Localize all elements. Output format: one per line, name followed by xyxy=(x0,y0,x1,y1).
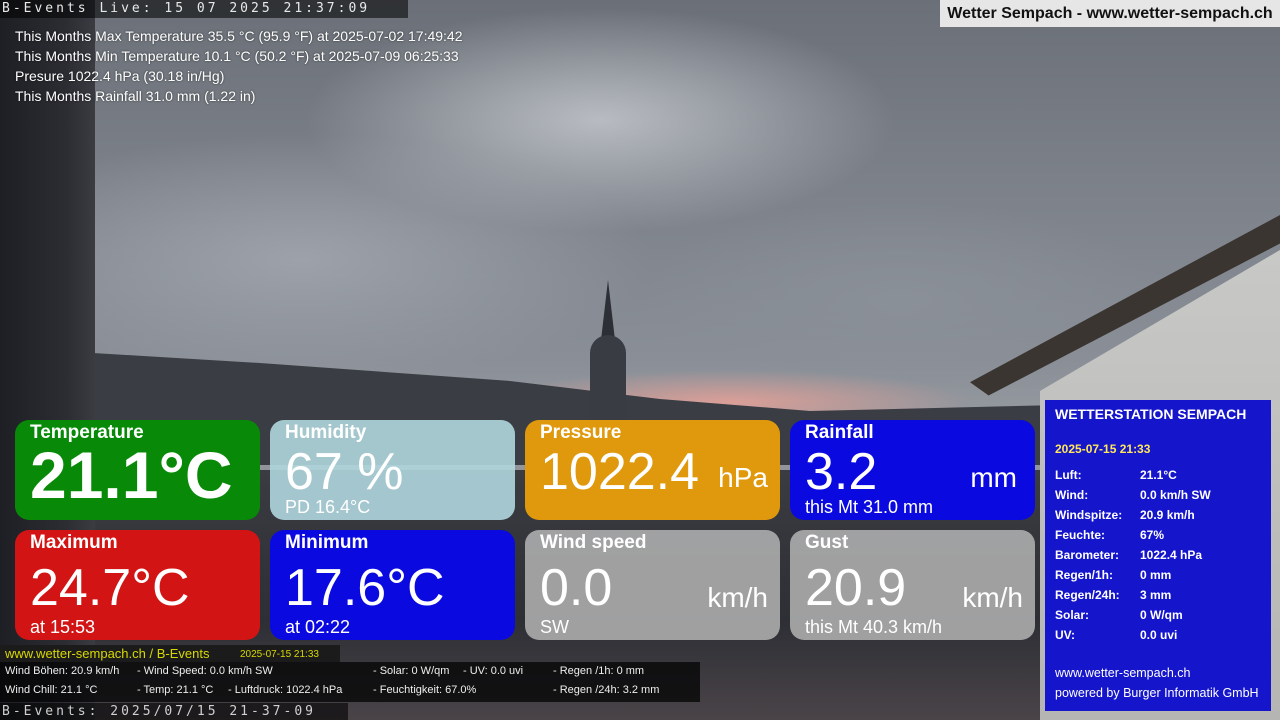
tile-sub: at 15:53 xyxy=(30,617,96,637)
tile-temperature: Temperature 21.1°C xyxy=(15,420,260,520)
panel-row: Windspitze: 20.9 km/h xyxy=(1055,505,1261,525)
tile-label: Rainfall xyxy=(805,422,874,443)
tile-label: Pressure xyxy=(540,422,622,443)
site-title[interactable]: Wetter Sempach - www.wetter-sempach.ch xyxy=(940,0,1280,27)
tile-maximum: Maximum 24.7°C at 15:53 xyxy=(15,530,260,640)
events-timestamp: B-Events: 2025/07/15 21-37-09 xyxy=(0,703,348,720)
panel-row-value: 0 mm xyxy=(1140,568,1172,582)
ticker-item: Wind Chill: 21.1 °C xyxy=(5,684,98,696)
panel-row-key: Feuchte: xyxy=(1055,528,1106,542)
ticker-date: 2025-07-15 21:33 xyxy=(240,649,319,660)
tile-humidity: Humidity 67 % PD 16.4°C xyxy=(270,420,515,520)
ticker-header: www.wetter-sempach.ch / B-Events 2025-07… xyxy=(0,645,340,662)
tile-sub: this Mt 31.0 mm xyxy=(805,497,934,517)
tile-sub: this Mt 40.3 km/h xyxy=(805,617,943,637)
ticker-item: - Temp: 21.1 °C xyxy=(137,684,214,696)
tile-value: 24.7°C xyxy=(30,559,190,617)
tile-unit: hPa xyxy=(718,462,768,493)
ticker-item: - Feuchtigkeit: 67.0% xyxy=(373,684,477,696)
ticker-item: - Solar: 0 W/qm xyxy=(373,665,450,677)
panel-row: Wind: 0.0 km/h SW xyxy=(1055,485,1261,505)
panel-row-value: 21.1°C xyxy=(1140,468,1177,482)
tile-minimum: Minimum 17.6°C at 02:22 xyxy=(270,530,515,640)
ticker-item: Wind Böhen: 20.9 km/h xyxy=(5,665,120,677)
panel-row-key: Barometer: xyxy=(1055,548,1120,562)
panel-row-key: UV: xyxy=(1055,628,1076,642)
ticker-item: - Wind Speed: 0.0 km/h SW xyxy=(137,665,273,677)
tile-gust: Gust 20.9 km/h this Mt 40.3 km/h xyxy=(790,530,1035,640)
tile-label: Maximum xyxy=(30,532,118,553)
panel-url[interactable]: www.wetter-sempach.ch xyxy=(1055,663,1259,683)
panel-row-key: Wind: xyxy=(1055,488,1089,502)
panel-row-key: Windspitze: xyxy=(1055,508,1123,522)
panel-row-value: 3 mm xyxy=(1140,588,1172,602)
panel-row-key: Solar: xyxy=(1055,608,1090,622)
panel-row-value: 1022.4 hPa xyxy=(1140,548,1203,562)
panel-row-value: 0 W/qm xyxy=(1140,608,1183,622)
stat-max-temp: This Months Max Temperature 35.5 °C (95.… xyxy=(15,28,463,44)
ticker-item: - UV: 0.0 uvi xyxy=(463,665,524,677)
tile-rainfall: Rainfall 3.2 mm this Mt 31.0 mm xyxy=(790,420,1035,520)
tile-wind-speed: Wind speed 0.0 km/h SW xyxy=(525,530,780,640)
church-tower xyxy=(588,280,628,420)
tile-label: Minimum xyxy=(285,532,369,553)
tile-unit: km/h xyxy=(707,582,768,613)
tile-value: 21.1°C xyxy=(30,438,233,512)
panel-row: Regen/1h: 0 mm xyxy=(1055,565,1261,585)
tile-label: Humidity xyxy=(285,422,367,443)
panel-credit: powered by Burger Informatik GmbH xyxy=(1055,686,1259,700)
ticker: Wind Böhen: 20.9 km/h - Wind Speed: 0.0 … xyxy=(0,662,700,702)
tile-pressure: Pressure 1022.4 hPa xyxy=(525,420,780,520)
tile-unit: mm xyxy=(970,462,1017,493)
panel-row: Feuchte: 67% xyxy=(1055,525,1261,545)
station-panel: WETTERSTATION SEMPACH 2025-07-15 21:33 L… xyxy=(1045,400,1271,711)
stat-pressure: Presure 1022.4 hPa (30.18 in/Hg) xyxy=(15,68,225,84)
panel-row: Luft: 21.1°C xyxy=(1055,465,1261,485)
monthly-stats: This Months Max Temperature 35.5 °C (95.… xyxy=(15,26,463,106)
tile-value: 17.6°C xyxy=(285,559,445,617)
panel-row-value: 0.0 km/h SW xyxy=(1140,488,1211,502)
panel-row: Barometer: 1022.4 hPa xyxy=(1055,545,1261,565)
panel-row-value: 0.0 uvi xyxy=(1140,628,1178,642)
ticker-item: - Regen /24h: 3.2 mm xyxy=(553,684,660,696)
tile-unit: km/h xyxy=(962,582,1023,613)
ticker-item: - Regen /1h: 0 mm xyxy=(553,665,645,677)
panel-footer: www.wetter-sempach.ch powered by Burger … xyxy=(1055,663,1259,703)
panel-row-value: 20.9 km/h xyxy=(1140,508,1195,522)
ticker-item: - Luftdruck: 1022.4 hPa xyxy=(228,684,343,696)
panel-row: Solar: 0 W/qm xyxy=(1055,605,1261,625)
ticker-link[interactable]: www.wetter-sempach.ch / B-Events xyxy=(5,645,209,662)
tile-sub: at 02:22 xyxy=(285,617,351,637)
tile-label: Wind speed xyxy=(540,532,647,553)
panel-title: WETTERSTATION SEMPACH xyxy=(1055,406,1247,422)
stat-rainfall: This Months Rainfall 31.0 mm (1.22 in) xyxy=(15,88,256,104)
panel-row-key: Luft: xyxy=(1055,468,1082,482)
panel-row-key: Regen/1h: xyxy=(1055,568,1114,582)
tile-sub: SW xyxy=(540,617,569,637)
panel-row-key: Regen/24h: xyxy=(1055,588,1120,602)
panel-row-value: 67% xyxy=(1140,528,1165,542)
panel-date: 2025-07-15 21:33 xyxy=(1055,442,1151,456)
stat-min-temp: This Months Min Temperature 10.1 °C (50.… xyxy=(15,48,459,64)
panel-row: UV: 0.0 uvi xyxy=(1055,625,1261,645)
panel-rows: Luft: 21.1°C Wind: 0.0 km/h SW Windspitze: 20… xyxy=(1055,465,1261,645)
tile-label: Gust xyxy=(805,532,849,553)
tile-sub: PD 16.4°C xyxy=(285,497,371,517)
panel-row: Regen/24h: 3 mm xyxy=(1055,585,1261,605)
tile-value: 67 % xyxy=(285,443,404,501)
live-timestamp: B-Events Live: 15 07 2025 21:37:09 xyxy=(0,0,408,18)
